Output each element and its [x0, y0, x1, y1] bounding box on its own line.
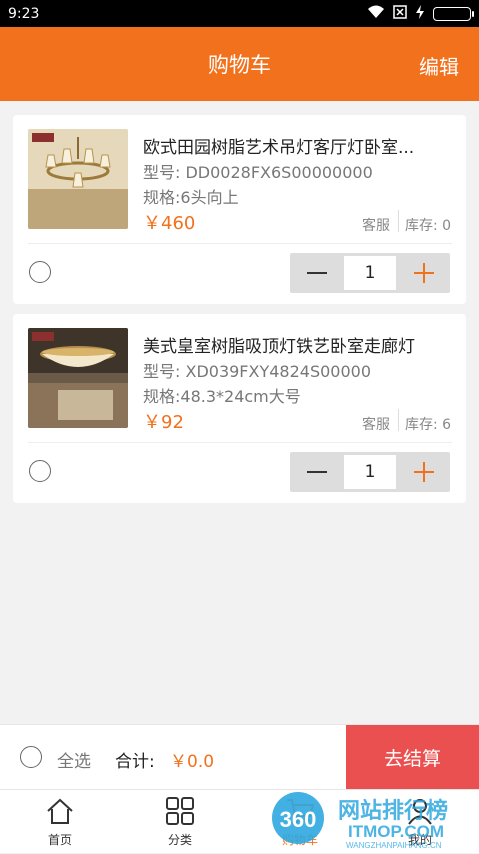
cart-item-card: 美式皇室树脂吸顶灯铁艺卧室走廊灯 型号: XD039FXY4824S00000 … — [13, 314, 466, 503]
select-all-label[interactable]: 全选 — [57, 747, 91, 772]
product-price: ￥92 — [143, 412, 184, 433]
battery-icon — [433, 6, 474, 21]
product-price: ￥460 — [143, 213, 196, 234]
customer-service-link[interactable]: 客服 — [362, 414, 390, 434]
product-model: 型号: XD039FXY4824S00000 — [143, 362, 372, 381]
wifi-icon — [367, 5, 385, 23]
tab-mine[interactable]: 我的 — [360, 790, 479, 854]
decrease-button[interactable] — [290, 253, 343, 293]
tab-category[interactable]: 分类 — [120, 790, 240, 854]
separator — [398, 210, 399, 232]
product-spec: 规格:48.3*24cm大号 — [143, 387, 301, 406]
home-icon — [45, 797, 75, 825]
user-icon — [406, 797, 434, 825]
tab-cart-label: 购物车 — [281, 832, 318, 847]
checkout-bar: 全选 合计: ￥0.0 去结算 — [0, 724, 479, 790]
page-title: 购物车 — [208, 53, 271, 77]
edit-button[interactable]: 编辑 — [419, 51, 459, 80]
stock-count: 库存: 0 — [405, 218, 452, 234]
minus-icon — [306, 471, 327, 473]
quantity-stepper: 1 — [290, 452, 450, 492]
sim-x-icon — [393, 4, 407, 23]
select-item-radio[interactable] — [29, 261, 51, 283]
stock-count: 库存: 6 — [405, 417, 452, 433]
ceiling-lamp-image[interactable] — [28, 328, 128, 428]
checkout-button[interactable]: 去结算 — [346, 725, 479, 790]
plus-icon — [413, 462, 434, 482]
product-title[interactable]: 欧式田园树脂艺术吊灯客厅灯卧室... — [143, 133, 448, 158]
status-time: 9:23 — [8, 5, 40, 22]
cart-icon — [285, 797, 315, 825]
divider — [28, 243, 452, 244]
minus-icon — [306, 272, 327, 274]
status-bar: 9:23 — [0, 0, 479, 27]
tab-bar: 首页 分类 购物车 我的 — [0, 789, 479, 853]
tab-mine-label: 我的 — [407, 832, 432, 847]
increase-button[interactable] — [397, 253, 450, 293]
grid-icon — [166, 796, 194, 825]
increase-button[interactable] — [397, 452, 450, 492]
select-all-radio[interactable] — [20, 746, 42, 768]
total-label: 合计: — [115, 752, 155, 772]
app-header: 购物车 编辑 — [0, 27, 479, 101]
product-spec: 规格:6头向上 — [143, 188, 239, 207]
tab-home[interactable]: 首页 — [0, 790, 120, 854]
chandelier-image[interactable] — [28, 129, 128, 229]
tab-home-label: 首页 — [47, 832, 72, 847]
divider — [28, 442, 452, 443]
product-title[interactable]: 美式皇室树脂吸顶灯铁艺卧室走廊灯 — [143, 332, 448, 357]
separator — [398, 409, 399, 431]
status-icons — [367, 4, 474, 23]
tab-cart[interactable]: 购物车 — [240, 790, 360, 854]
total-value: ￥0.0 — [170, 752, 215, 772]
product-model: 型号: DD0028FX6S00000000 — [143, 163, 373, 182]
select-item-radio[interactable] — [29, 460, 51, 482]
tab-category-label: 分类 — [167, 832, 192, 847]
cart-item-card: 欧式田园树脂艺术吊灯客厅灯卧室... 型号: DD0028FX6S0000000… — [13, 115, 466, 304]
plus-icon — [413, 263, 434, 283]
customer-service-link[interactable]: 客服 — [362, 215, 390, 235]
charging-icon — [415, 4, 425, 23]
quantity-field[interactable]: 1 — [344, 256, 396, 290]
quantity-stepper: 1 — [290, 253, 450, 293]
decrease-button[interactable] — [290, 452, 343, 492]
quantity-field[interactable]: 1 — [344, 455, 396, 489]
